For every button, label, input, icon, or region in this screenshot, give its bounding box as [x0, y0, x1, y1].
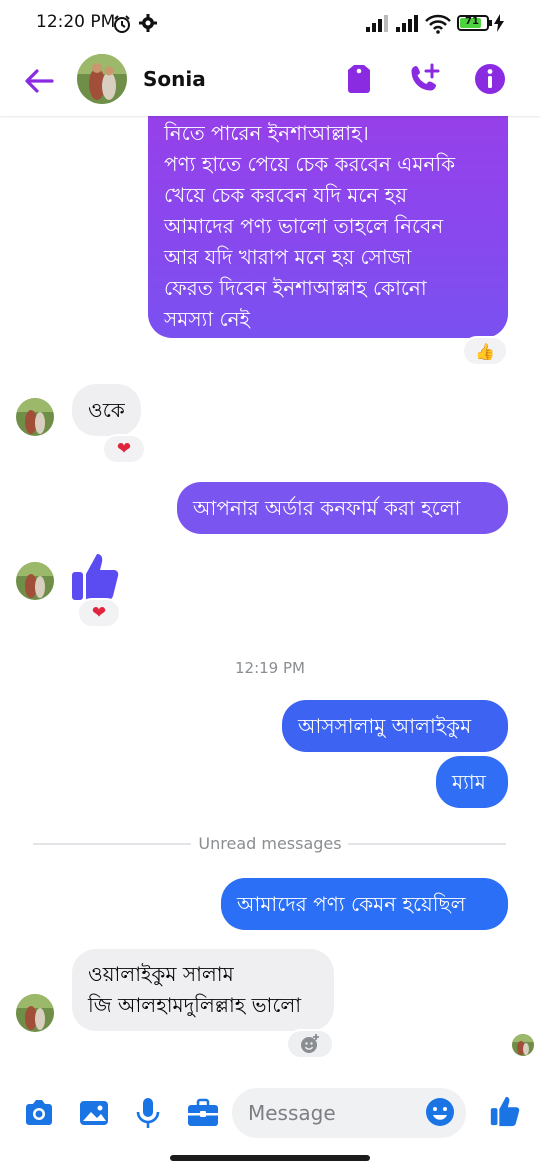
contact-avatar[interactable]	[77, 54, 127, 104]
battery-tip	[489, 20, 492, 26]
reaction-thumbs-up[interactable]: 👍	[462, 336, 508, 366]
signal-icon	[366, 15, 388, 32]
signal-icon-2	[396, 15, 418, 32]
message-bubble-outgoing[interactable]: নিতে পারেন ইনশাআল্লাহ। পণ্য হাতে পেয়ে চ…	[148, 116, 508, 338]
seen-avatar	[512, 1034, 534, 1056]
conversation-header: Sonia	[0, 46, 540, 116]
back-arrow-icon[interactable]	[22, 64, 56, 98]
thumbs-up-reaction-icon: 👍	[475, 341, 495, 361]
camera-icon[interactable]	[22, 1096, 56, 1130]
reaction-heart[interactable]: ❤	[102, 434, 146, 464]
contact-avatar-small[interactable]	[16, 398, 54, 436]
add-emoji-icon	[301, 1034, 319, 1053]
contact-avatar-small[interactable]	[16, 562, 54, 600]
reaction-heart[interactable]: ❤	[77, 598, 121, 628]
add-reaction-button[interactable]	[286, 1029, 334, 1059]
alarm-icon	[114, 15, 130, 33]
message-bubble-outgoing[interactable]: আসসালামু আলাইকুম	[282, 700, 508, 752]
contact-name[interactable]: Sonia	[143, 67, 206, 91]
message-list[interactable]: নিতে পারেন ইনশাআল্লাহ। পণ্য হাতে পেয়ে চ…	[0, 116, 540, 1076]
message-bubble-outgoing[interactable]: আপনার অর্ডার কনফার্ম করা হলো	[177, 482, 508, 534]
settings-gear-icon	[139, 14, 157, 32]
message-bubble-outgoing[interactable]: ম্যাম	[436, 756, 508, 808]
wifi-icon	[425, 14, 451, 34]
home-indicator	[170, 1155, 370, 1161]
tag-icon[interactable]	[342, 62, 376, 96]
charging-icon	[494, 14, 504, 32]
heart-reaction-icon: ❤	[116, 439, 132, 459]
like-sticker-icon[interactable]	[70, 550, 124, 604]
message-bubble-outgoing[interactable]: আমাদের পণ্য কেমন হয়েছিল	[221, 878, 508, 930]
contact-avatar-small[interactable]	[16, 994, 54, 1032]
divider	[348, 843, 506, 845]
status-time: 12:20 PM	[36, 12, 116, 32]
gallery-icon[interactable]	[77, 1096, 111, 1130]
timestamp: 12:19 PM	[235, 659, 305, 677]
info-icon[interactable]	[473, 62, 507, 96]
battery-icon: 71	[457, 15, 489, 31]
battery-level: 71	[465, 16, 479, 27]
emoji-icon[interactable]	[424, 1096, 456, 1128]
message-bubble-incoming[interactable]: ওকে	[72, 384, 141, 436]
like-send-icon[interactable]	[488, 1094, 522, 1128]
briefcase-icon[interactable]	[186, 1096, 220, 1130]
message-composer	[0, 1078, 540, 1148]
add-call-icon[interactable]	[408, 62, 442, 96]
message-bubble-incoming[interactable]: ওয়ালাইকুম সালাম জি আলহামদুলিল্লাহ ভালো	[72, 949, 334, 1031]
status-bar: 12:20 PM 71	[0, 0, 540, 46]
microphone-icon[interactable]	[131, 1096, 165, 1130]
heart-reaction-icon: ❤	[91, 603, 107, 623]
